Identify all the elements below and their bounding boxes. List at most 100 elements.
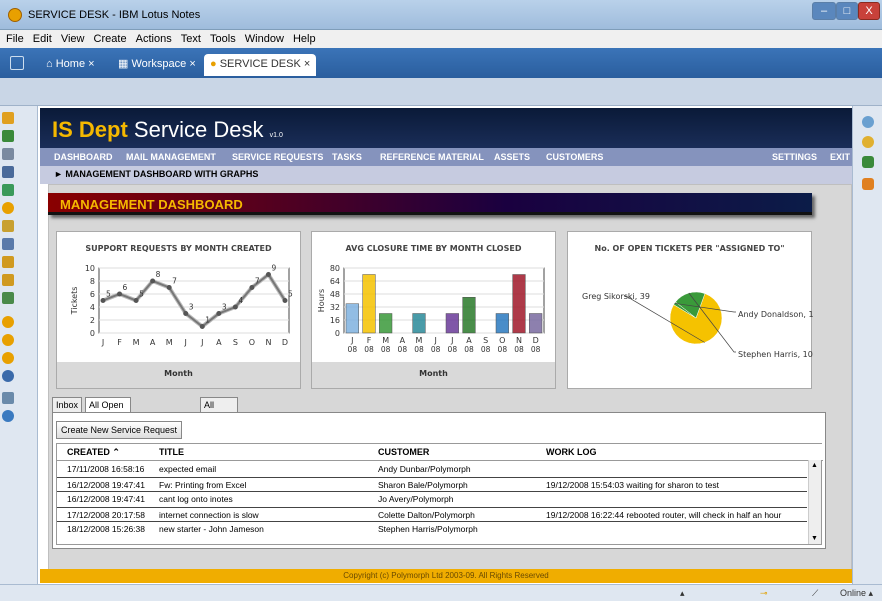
create-service-request-button[interactable]: Create New Service Request (56, 421, 183, 439)
chart1-point (282, 298, 288, 303)
search-sidebar-icon[interactable] (862, 116, 874, 128)
home-bookmark-icon[interactable] (2, 392, 14, 404)
maximize-button[interactable]: □ (836, 2, 858, 20)
tab-home[interactable]: ⌂ Home × (40, 54, 101, 76)
table-scrollbar[interactable]: ▲ ▼ (808, 460, 821, 544)
nav-service-requests[interactable]: SERVICE REQUESTS (232, 152, 323, 162)
tab-workspace-close-icon[interactable]: × (189, 58, 195, 70)
nav-exit[interactable]: EXIT (830, 152, 850, 162)
chart2-ytick: 32 (330, 303, 340, 312)
nav-mail-management[interactable]: MAIL MANAGEMENT (126, 152, 216, 162)
tab-service-desk-close-icon[interactable]: × (304, 58, 310, 70)
menu-actions[interactable]: Actions (136, 33, 172, 45)
status-arrow-icon[interactable]: ▴ (680, 588, 685, 599)
app-bookmark-icon[interactable] (2, 202, 14, 214)
menu-file[interactable]: File (6, 33, 24, 45)
brand-rest: Service Desk (127, 117, 264, 142)
col-customer[interactable]: CUSTOMER (378, 444, 430, 461)
table-row[interactable]: 16/12/2008 19:47:41 Fw: Printing from Exc… (57, 477, 807, 492)
chart1-point (216, 311, 222, 316)
chart2-bar (345, 303, 359, 334)
help-bookmark-icon[interactable] (2, 410, 14, 422)
nav-customers[interactable]: CUSTOMERS (546, 152, 603, 162)
chart1-ytick: 8 (90, 277, 95, 286)
nav-dashboard[interactable]: DASHBOARD (54, 152, 113, 162)
chart2-xtick-year: 08 (514, 345, 524, 354)
calendar-bookmark-icon[interactable] (2, 130, 14, 142)
chart2-bar (512, 274, 526, 334)
chart1-data-label: 7 (255, 277, 260, 286)
favorites-bookmark-icon[interactable] (2, 256, 14, 268)
menu-create[interactable]: Create (94, 33, 127, 45)
sametime-sidebar-icon[interactable] (862, 136, 874, 148)
databases-bookmark-icon[interactable] (2, 274, 14, 286)
menu-edit[interactable]: Edit (33, 33, 52, 45)
chart2-xtick-month: M (416, 336, 423, 345)
chart1-ytick: 2 (90, 316, 95, 325)
dashboard-title: MANAGEMENT DASHBOARD (60, 197, 243, 212)
col-title[interactable]: TITLE (159, 444, 184, 461)
replication-bookmark-icon[interactable] (2, 184, 14, 196)
dashboard-title-bar: MANAGEMENT DASHBOARD (48, 193, 812, 215)
day-at-a-glance-icon[interactable] (862, 156, 874, 168)
notes-bookmark-icon[interactable] (2, 352, 14, 364)
table-row[interactable]: 16/12/2008 19:47:41 cant log onto inotes J… (57, 492, 807, 507)
more-bookmark-icon[interactable] (2, 292, 14, 304)
mail-bookmark-icon[interactable] (2, 112, 14, 124)
requests-table: CREATED ⌃ TITLE CUSTOMER WORK LOG 17/11/… (56, 443, 823, 545)
chart1-xlabel: Month (164, 369, 193, 378)
chart2-xtick-month: J (450, 336, 453, 345)
helpdesk-bookmark-icon[interactable] (2, 334, 14, 346)
tab-bar: ⌂ Home × ▦ Workspace × ● SERVICE DESK × (0, 48, 882, 78)
tab-service-desk[interactable]: ● SERVICE DESK × (204, 54, 317, 76)
menu-tools[interactable]: Tools (210, 33, 236, 45)
online-status[interactable]: Online ▴ (840, 588, 873, 599)
scroll-down-icon[interactable]: ▼ (811, 535, 818, 542)
nav-assets[interactable]: ASSETS (494, 152, 530, 162)
chart1-data-label: 1 (205, 316, 210, 325)
chart2-bar (529, 313, 543, 334)
chart1-data-label: 3 (189, 303, 194, 312)
web-bookmark-icon[interactable] (2, 370, 14, 382)
status-bar: ▴ ⊸ ⟋ Online ▴ (0, 584, 882, 601)
cell-created: 16/12/2008 19:47:41 (67, 480, 145, 490)
chart1-data-label: 8 (156, 270, 161, 279)
scroll-up-icon[interactable]: ▲ (811, 462, 818, 469)
todo-bookmark-icon[interactable] (2, 166, 14, 178)
service-desk-bookmark-icon[interactable] (2, 316, 14, 328)
chart1-xtick: F (117, 338, 122, 347)
nav-tasks[interactable]: TASKS (332, 152, 362, 162)
menu-help[interactable]: Help (293, 33, 316, 45)
minimize-button[interactable]: – (812, 2, 836, 20)
col-created[interactable]: CREATED ⌃ (67, 444, 120, 461)
contacts-bookmark-icon[interactable] (2, 148, 14, 160)
view-tab-current-tasks[interactable]: All Current Tasks (200, 397, 238, 438)
table-row[interactable]: 18/12/2008 15:26:38 new starter - John Ja… (57, 522, 807, 537)
chart1-data-label: 4 (238, 296, 243, 305)
apps-bookmark-icon[interactable] (2, 238, 14, 250)
feeds-sidebar-icon[interactable] (862, 178, 874, 190)
nav-settings[interactable]: SETTINGS (772, 152, 817, 162)
folder-bookmark-icon[interactable] (2, 220, 14, 232)
network-icon: ⟋ (812, 588, 819, 598)
menu-window[interactable]: Window (245, 33, 284, 45)
menu-text[interactable]: Text (181, 33, 201, 45)
cell-work-log: 19/12/2008 16:22:44 rebooted router, wil… (546, 510, 782, 520)
table-row[interactable]: 17/11/2008 16:58:16 expected email Andy Du… (57, 462, 807, 477)
tab-home-close-icon[interactable]: × (88, 58, 94, 70)
chart1-xtick: O (249, 338, 255, 347)
chart1-plot-area (98, 267, 290, 334)
view-tab-open-requests[interactable]: All Open Service Requests (85, 397, 132, 438)
chart3-slice-label: Stephen Harris, 10 (738, 350, 813, 359)
col-work-log[interactable]: WORK LOG (546, 444, 597, 461)
cell-title: cant log onto inotes (159, 494, 233, 504)
view-tab-inbox[interactable]: Inbox (52, 397, 83, 413)
tab-workspace[interactable]: ▦ Workspace × (112, 54, 202, 76)
cell-customer: Jo Avery/Polymorph (378, 494, 454, 504)
close-button[interactable]: X (858, 2, 880, 20)
table-row[interactable]: 17/12/2008 20:17:58 internet connection i… (57, 507, 807, 522)
open-list-icon[interactable] (10, 56, 24, 70)
menu-view[interactable]: View (61, 33, 85, 45)
nav-reference-material[interactable]: REFERENCE MATERIAL (380, 152, 484, 162)
chart1-xtick: J (200, 338, 203, 347)
